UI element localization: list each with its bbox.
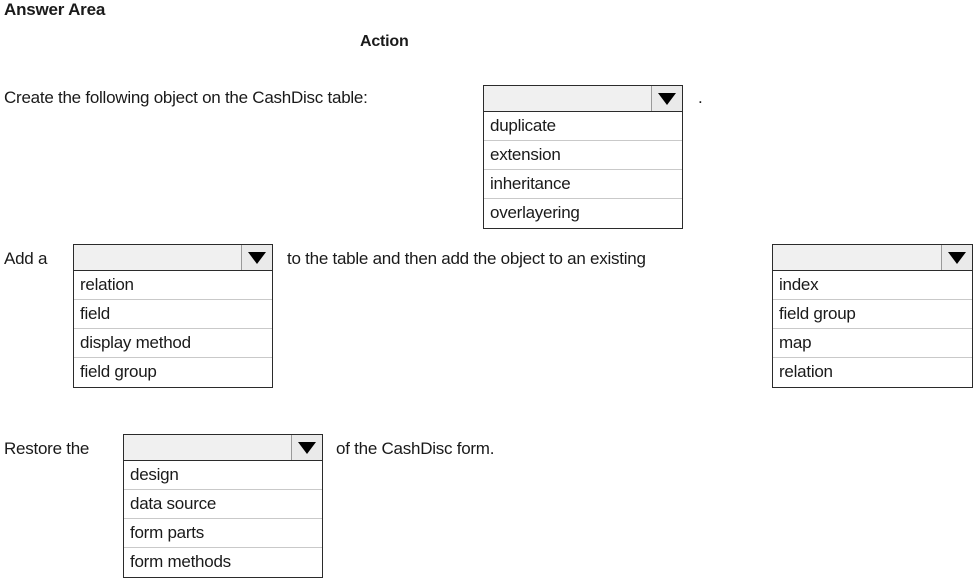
list-item[interactable]: field group — [74, 358, 272, 387]
existing-target-selected-value — [773, 245, 942, 270]
list-item[interactable]: duplicate — [484, 112, 682, 141]
list-item[interactable]: map — [773, 329, 972, 358]
object-type-combo[interactable] — [483, 85, 683, 112]
add-element-label-before: Add a — [4, 249, 48, 268]
list-item[interactable]: overlayering — [484, 199, 682, 228]
list-item[interactable]: form methods — [124, 548, 322, 577]
form-part-option-list[interactable]: design data source form parts form metho… — [123, 461, 323, 578]
element-type-option-list[interactable]: relation field display method field grou… — [73, 271, 273, 388]
page-title: Answer Area — [4, 0, 106, 19]
create-object-label-after: . — [698, 88, 703, 107]
chevron-down-icon[interactable] — [292, 435, 322, 460]
element-type-dropdown[interactable]: relation field display method field grou… — [73, 244, 273, 388]
chevron-down-icon[interactable] — [942, 245, 972, 270]
column-header-action: Action — [360, 33, 409, 50]
list-item[interactable]: relation — [773, 358, 972, 387]
list-item[interactable]: inheritance — [484, 170, 682, 199]
restore-form-label-after: of the CashDisc form. — [336, 439, 495, 458]
existing-target-dropdown[interactable]: index field group map relation — [772, 244, 973, 388]
chevron-down-icon[interactable] — [242, 245, 272, 270]
add-element-label-middle: to the table and then add the object to … — [287, 249, 646, 268]
form-part-selected-value — [124, 435, 292, 460]
restore-form-label-before: Restore the — [4, 439, 90, 458]
element-type-combo[interactable] — [73, 244, 273, 271]
list-item[interactable]: display method — [74, 329, 272, 358]
list-item[interactable]: extension — [484, 141, 682, 170]
list-item[interactable]: relation — [74, 271, 272, 300]
list-item[interactable]: data source — [124, 490, 322, 519]
list-item[interactable]: field — [74, 300, 272, 329]
chevron-down-icon[interactable] — [652, 86, 682, 111]
list-item[interactable]: index — [773, 271, 972, 300]
object-type-option-list[interactable]: duplicate extension inheritance overlaye… — [483, 112, 683, 229]
object-type-selected-value — [484, 86, 652, 111]
list-item[interactable]: design — [124, 461, 322, 490]
create-object-label-before: Create the following object on the CashD… — [4, 88, 368, 107]
object-type-dropdown[interactable]: duplicate extension inheritance overlaye… — [483, 85, 683, 229]
existing-target-combo[interactable] — [772, 244, 973, 271]
element-type-selected-value — [74, 245, 242, 270]
list-item[interactable]: form parts — [124, 519, 322, 548]
existing-target-option-list[interactable]: index field group map relation — [772, 271, 973, 388]
form-part-combo[interactable] — [123, 434, 323, 461]
form-part-dropdown[interactable]: design data source form parts form metho… — [123, 434, 323, 578]
list-item[interactable]: field group — [773, 300, 972, 329]
